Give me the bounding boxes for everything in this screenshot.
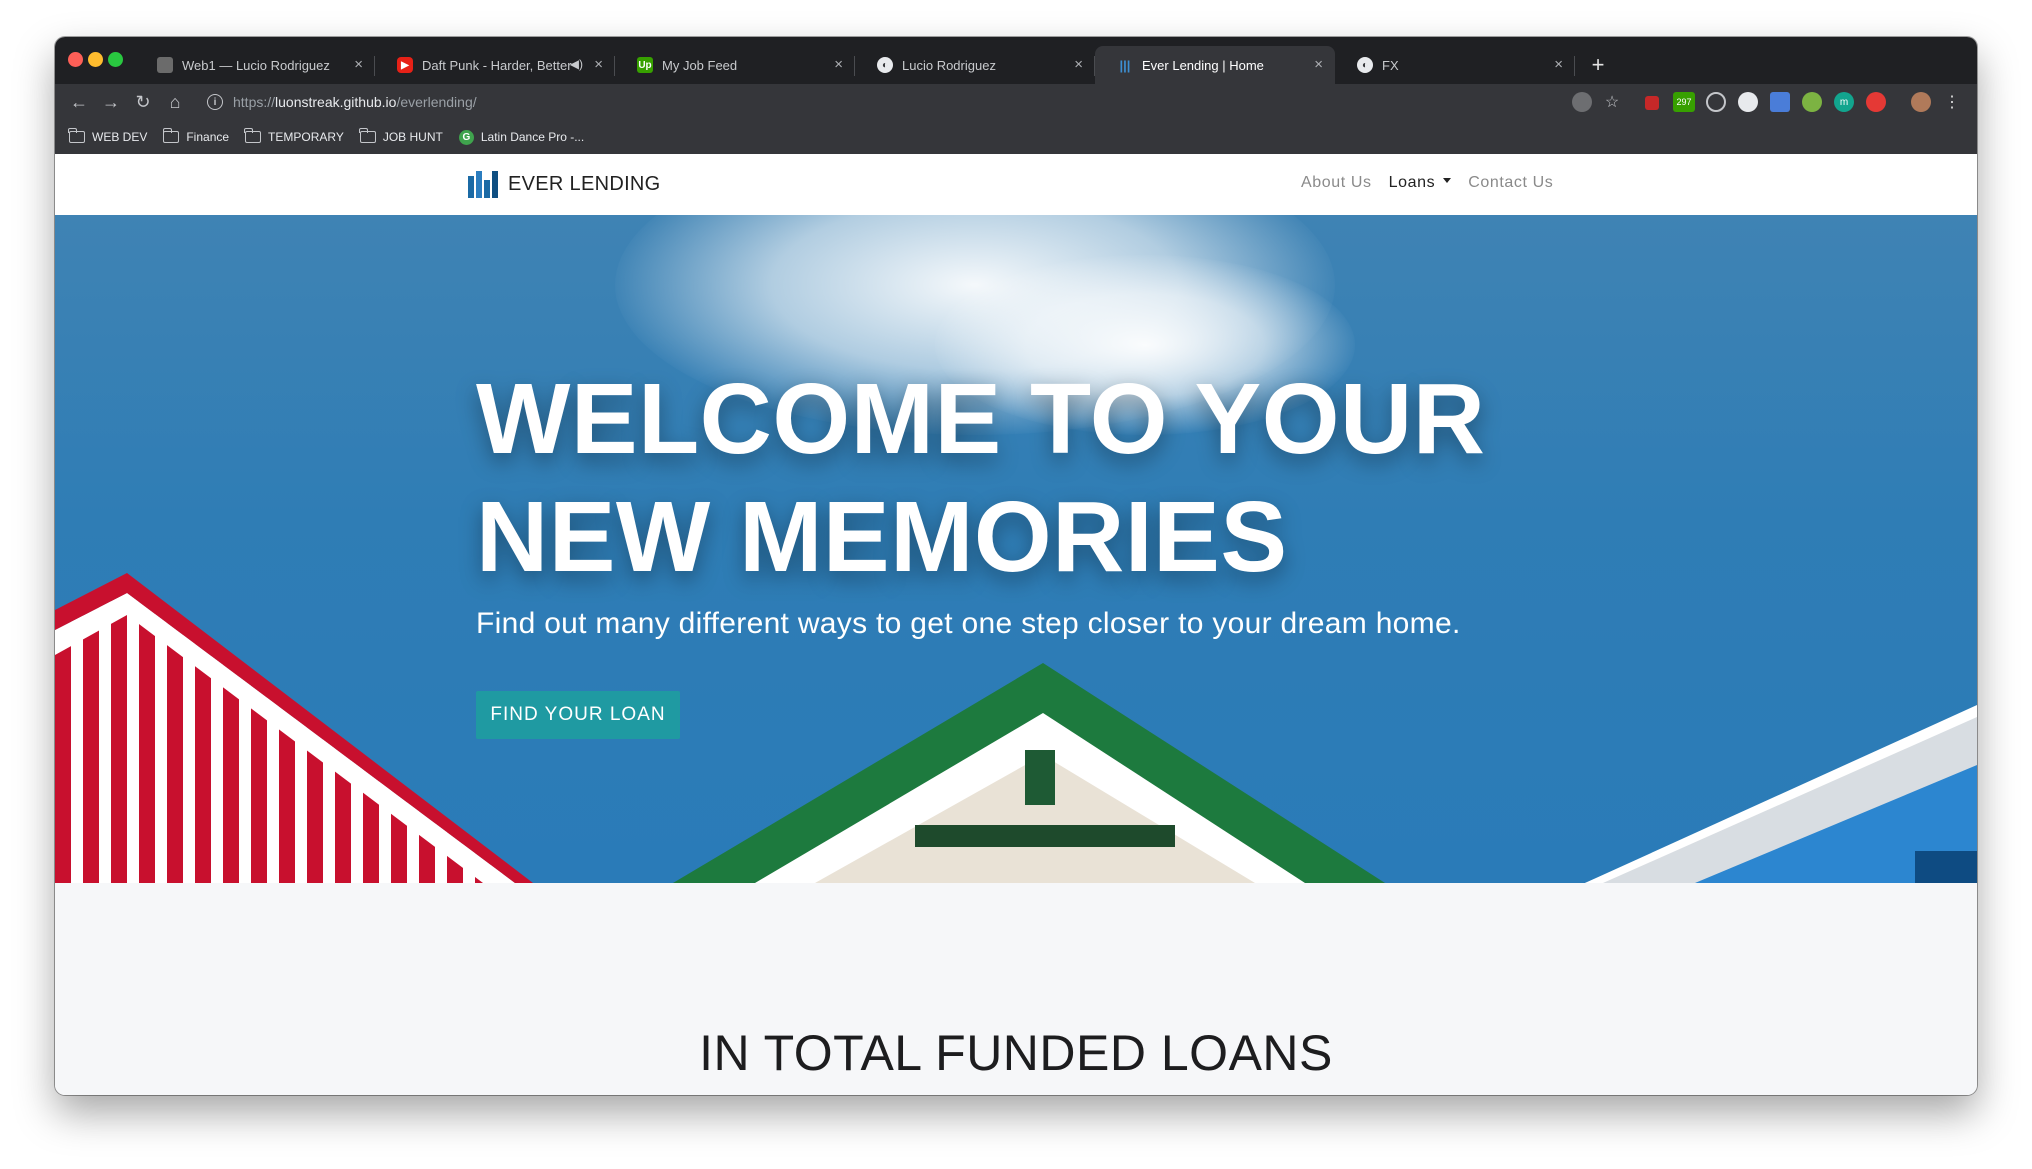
tab-title: Web1 — Lucio Rodriguez: [182, 57, 330, 73]
back-arrow-icon[interactable]: ←: [65, 88, 93, 116]
bookmark-temporary[interactable]: TEMPORARY: [244, 128, 344, 144]
folder-icon: [359, 128, 376, 143]
g-icon: G: [458, 129, 474, 145]
nav-contact[interactable]: Contact Us: [1468, 174, 1553, 192]
globe-icon: ◐: [1357, 57, 1373, 73]
close-tab-icon[interactable]: ×: [594, 56, 603, 73]
tab-title: Ever Lending | Home: [1142, 57, 1264, 73]
tab-web1[interactable]: Web1 — Lucio Rodriguez ×: [135, 46, 375, 84]
upwork-extension-icon[interactable]: 297: [1673, 92, 1695, 112]
bookmark-web-dev[interactable]: WEB DEV: [68, 128, 148, 144]
close-tab-icon[interactable]: ×: [1074, 56, 1083, 73]
target-extension-icon[interactable]: [1706, 92, 1726, 112]
tab-title: FX: [1382, 57, 1399, 73]
menu-kebab-icon[interactable]: ⋮: [1942, 92, 1962, 112]
extension-badge: 297: [1676, 97, 1692, 107]
cube-icon: [157, 57, 173, 73]
close-tab-icon[interactable]: ×: [354, 56, 363, 73]
url-scheme: https://: [233, 94, 276, 110]
hand-extension-icon[interactable]: [1866, 92, 1886, 112]
site-info-icon[interactable]: i: [207, 94, 223, 110]
hero-title-line: NEW MEMORIES: [476, 481, 1288, 593]
speaker-icon[interactable]: ◀): [570, 57, 583, 71]
browser-toolbar: ← → ↻ ⌂ i https://luonstreak.github.io/e…: [55, 84, 1977, 120]
tab-strip: Web1 — Lucio Rodriguez × ▶ Daft Punk - H…: [55, 37, 1977, 84]
bookmark-label: Latin Dance Pro -...: [480, 130, 585, 144]
hero-title: WELCOME TO YOUR NEW MEMORIES: [476, 360, 1485, 596]
maximize-window-button[interactable]: [108, 52, 123, 67]
forward-arrow-icon[interactable]: →: [97, 88, 125, 116]
folder-icon: [162, 128, 180, 143]
nav-about[interactable]: About Us: [1301, 174, 1372, 192]
url-host: luonstreak.github.io: [275, 94, 397, 110]
tab-fx[interactable]: ◐ FX ×: [1335, 46, 1575, 84]
tab-title: My Job Feed: [662, 57, 738, 73]
nav-links: About Us Loans Contact Us: [1301, 174, 1570, 192]
tab-title: Lucio Rodriguez: [902, 57, 996, 73]
brand-name: EVER LENDING: [508, 173, 661, 195]
nav-loans-dropdown[interactable]: Loans: [1389, 174, 1452, 192]
find-your-loan-button[interactable]: FIND YOUR LOAN: [476, 691, 680, 739]
brand-link[interactable]: EVER LENDING: [468, 171, 661, 198]
tab-title: Daft Punk - Harder, Better: [422, 57, 572, 73]
stats-title: IN TOTAL FUNDED LOANS: [699, 1025, 1333, 1081]
stats-value: $ 100000000: [55, 1084, 1977, 1095]
bookmark-label: TEMPORARY: [268, 130, 344, 144]
close-window-button[interactable]: [68, 52, 83, 67]
tab-lucio[interactable]: ◐ Lucio Rodriguez ×: [855, 46, 1095, 84]
tab-ever-lending[interactable]: ||| Ever Lending | Home ×: [1095, 46, 1335, 84]
close-tab-icon[interactable]: ×: [1554, 56, 1563, 73]
page-viewport: EVER LENDING About Us Loans Contact Us W…: [55, 154, 1977, 1095]
home-icon[interactable]: ⌂: [161, 88, 189, 116]
chrome-extension-icon[interactable]: [1802, 92, 1822, 112]
bookmark-star-icon[interactable]: ☆: [1602, 92, 1622, 112]
reload-icon[interactable]: ↻: [129, 88, 157, 116]
upwork-icon: Up: [637, 57, 653, 73]
browser-window: Web1 — Lucio Rodriguez × ▶ Daft Punk - H…: [55, 37, 1977, 1095]
bookmark-label: WEB DEV: [92, 130, 148, 144]
shield-extension-icon[interactable]: [1572, 92, 1592, 112]
bookmark-label: Finance: [186, 130, 230, 144]
folder-icon: [244, 128, 262, 143]
hero-subtitle: Find out many different ways to get one …: [476, 607, 1461, 640]
translate-extension-icon[interactable]: [1770, 92, 1790, 112]
youtube-icon: ▶: [397, 57, 413, 73]
bookmark-job-hunt[interactable]: JOB HUNT: [359, 128, 443, 144]
caret-down-icon: [1443, 178, 1452, 184]
avatar[interactable]: [1911, 92, 1931, 112]
tab-daft-punk[interactable]: ▶ Daft Punk - Harder, Better ◀) ×: [375, 46, 615, 84]
hero-title-line: WELCOME TO YOUR: [476, 363, 1486, 475]
hero-section: WELCOME TO YOUR NEW MEMORIES Find out ma…: [55, 215, 1977, 883]
everlending-logo-icon: [468, 171, 500, 198]
pen-extension-icon[interactable]: [1645, 96, 1659, 110]
new-tab-button[interactable]: +: [1583, 46, 1613, 84]
bookmark-latin-dance[interactable]: G Latin Dance Pro -...: [458, 129, 585, 145]
bookmark-label: JOB HUNT: [382, 130, 443, 144]
close-tab-icon[interactable]: ×: [834, 56, 843, 73]
close-tab-icon[interactable]: ×: [1314, 56, 1323, 73]
circle-extension-icon[interactable]: [1738, 92, 1758, 112]
site-navbar: EVER LENDING About Us Loans Contact Us: [55, 154, 1977, 215]
nav-loans-label: Loans: [1388, 174, 1436, 191]
folder-icon: [68, 128, 85, 143]
m-extension-icon[interactable]: m: [1834, 92, 1854, 112]
everlending-icon: |||: [1119, 57, 1131, 73]
bookmark-finance[interactable]: Finance: [162, 128, 230, 144]
globe-icon: ◐: [877, 57, 893, 73]
address-bar[interactable]: i https://luonstreak.github.io/everlendi…: [195, 87, 1620, 117]
tab-job-feed[interactable]: Up My Job Feed ×: [615, 46, 855, 84]
minimize-window-button[interactable]: [88, 52, 103, 67]
bookmarks-bar: WEB DEV Finance TEMPORARY JOB HUNT G Lati…: [55, 120, 1977, 154]
url-path: /everlending/: [396, 94, 477, 110]
